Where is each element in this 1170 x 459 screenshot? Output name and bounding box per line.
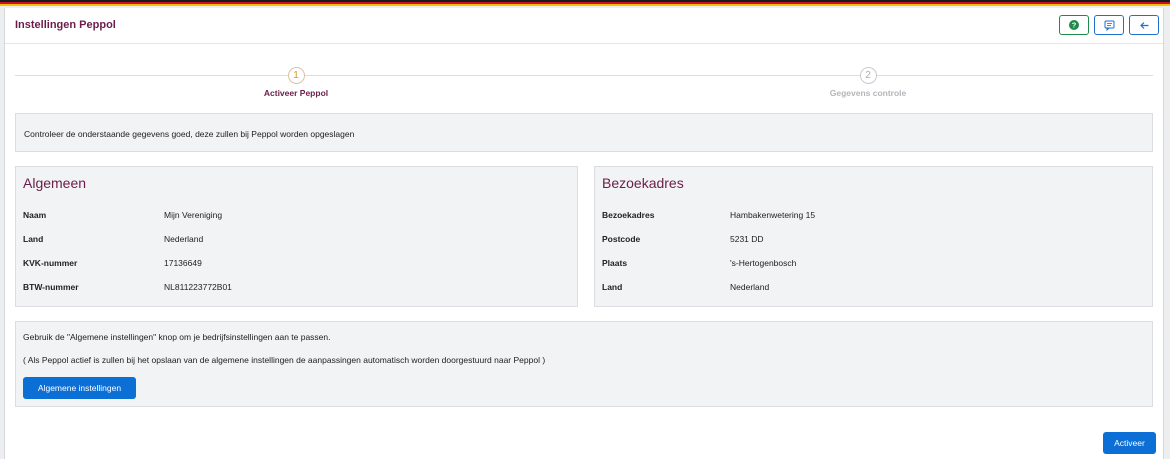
field-label: Land [602,282,623,292]
header-actions: ? [1059,15,1159,35]
field-label: Land [23,234,44,244]
arrow-left-icon [1139,21,1148,29]
page-header: Instellingen Peppol ? [5,8,1163,44]
step-label: Activeer Peppol [263,88,329,98]
stepper-line [15,75,1153,76]
svg-text:?: ? [1072,21,1077,30]
info-banner: Controleer de onderstaande gegevens goed… [15,113,1153,152]
algemene-instellingen-button[interactable]: Algemene instellingen [23,377,136,399]
step-gegevens-controle[interactable]: 2 Gegevens controle [808,67,928,98]
field-label: Naam [23,210,47,220]
settings-card: Instellingen Peppol ? 1 Activeer Peppol … [4,8,1164,459]
field-value: Nederland [730,282,770,292]
step-label: Gegevens controle [829,88,907,98]
help-button[interactable]: ? [1059,15,1089,35]
help-circle-icon: ? [1069,20,1079,30]
panel-title: Algemeen [23,175,87,191]
bezoekadres-panel: Bezoekadres Bezoekadres Hambakenwetering… [594,166,1153,307]
field-label: KVK-nummer [23,258,78,268]
wizard-stepper: 1 Activeer Peppol 2 Gegevens controle [5,44,1163,114]
chat-icon [1104,20,1114,31]
algemeen-panel: Algemeen Naam Mijn Vereniging Land Neder… [15,166,578,307]
field-label: BTW-nummer [23,282,79,292]
activeer-button[interactable]: Activeer [1103,432,1156,454]
note-text-peppol: ( Als Peppol actief is zullen bij het op… [23,355,546,365]
field-value: Hambakenwetering 15 [730,210,816,220]
field-label: Plaats [602,258,628,268]
field-value: Mijn Vereniging [164,210,223,220]
step-number: 2 [859,67,877,84]
field-value: 5231 DD [730,234,764,244]
page-title: Instellingen Peppol [15,19,116,31]
feedback-button[interactable] [1094,15,1124,35]
field-label: Bezoekadres [602,210,655,220]
field-value: Nederland [164,234,204,244]
info-text: Controleer de onderstaande gegevens goed… [24,129,355,139]
panel-title: Bezoekadres [602,175,684,191]
step-number: 1 [287,67,305,84]
field-value: NL811223772B01 [164,282,232,292]
flag-stripe [0,0,1170,8]
field-value: 's-Hertogenbosch [730,258,797,268]
field-value: 17136649 [164,258,202,268]
field-label: Postcode [602,234,641,244]
back-button[interactable] [1129,15,1159,35]
note-text: Gebruik de "Algemene instellingen" knop … [23,332,331,342]
step-activeer-peppol[interactable]: 1 Activeer Peppol [236,67,356,98]
note-panel: Gebruik de "Algemene instellingen" knop … [15,321,1153,407]
